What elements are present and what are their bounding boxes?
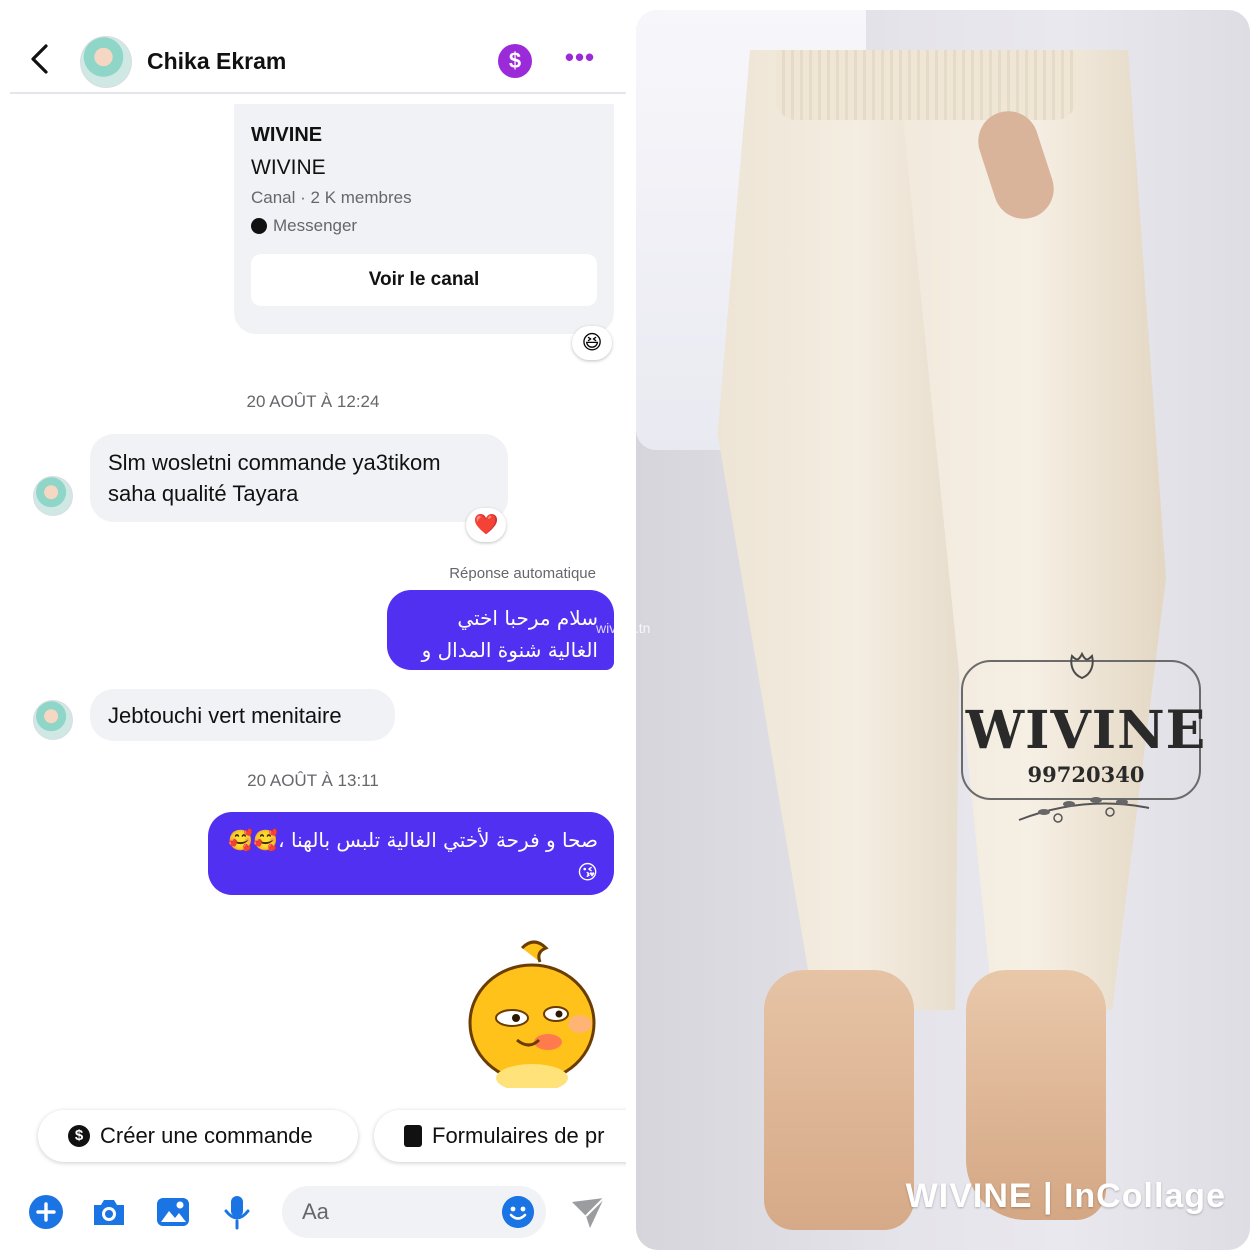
forms-chip[interactable]: Formulaires de pr xyxy=(374,1110,626,1162)
pants-waistband xyxy=(776,50,1076,120)
contact-avatar-small[interactable] xyxy=(33,700,73,740)
channel-title: WIVINE xyxy=(251,124,323,146)
message-input[interactable]: Aa xyxy=(282,1186,546,1238)
image-icon[interactable] xyxy=(155,1194,191,1230)
forms-label: Formulaires de pr xyxy=(432,1123,605,1148)
incoming-message[interactable]: Slm wosletni commande ya3tikom saha qual… xyxy=(90,434,508,522)
channel-source: Messenger xyxy=(251,216,357,236)
product-photo: WIVINE 99720340 WIVINE | InCollage xyxy=(636,10,1250,1250)
olive-branch-icon xyxy=(1018,797,1150,823)
form-icon xyxy=(404,1125,422,1147)
logo-brand-name: WIVINE xyxy=(965,700,1207,761)
back-arrow-icon[interactable] xyxy=(24,42,56,76)
outgoing-message[interactable]: سلام مرحبا اختي الغالية شنوة المدال و ال… xyxy=(387,590,614,694)
create-order-label: Créer une commande xyxy=(100,1123,313,1148)
send-icon[interactable] xyxy=(570,1194,606,1230)
incollage-watermark: WIVINE | InCollage xyxy=(905,1177,1226,1215)
dollar-icon: $ xyxy=(68,1125,90,1147)
payment-button[interactable]: $ xyxy=(498,44,532,78)
message-input-placeholder: Aa xyxy=(302,1199,329,1224)
contact-avatar[interactable] xyxy=(80,36,132,88)
channel-source-label: Messenger xyxy=(273,216,358,235)
contact-avatar-small[interactable] xyxy=(33,476,73,516)
view-channel-button[interactable]: Voir le canal xyxy=(251,254,597,306)
logo-phone-number: 99720340 xyxy=(1027,762,1145,787)
shoe-left xyxy=(764,970,914,1230)
more-options-icon[interactable]: ••• xyxy=(562,42,598,78)
timestamp: 20 AOÛT À 13:11 xyxy=(247,771,379,790)
messenger-icon xyxy=(251,218,267,234)
message-composer: Aa xyxy=(0,1180,626,1244)
brand-logo: WIVINE 99720340 xyxy=(956,650,1206,830)
contact-name[interactable]: Chika Ekram xyxy=(147,48,286,75)
auto-reply-label: Réponse automatique xyxy=(449,565,596,582)
tulip-icon xyxy=(1070,651,1094,680)
chat-header: Chika Ekram $ ••• xyxy=(10,28,626,94)
microphone-icon[interactable] xyxy=(219,1194,255,1230)
messenger-chat-panel: Chika Ekram $ ••• WIVINE WIVINE Canal · … xyxy=(0,0,626,1260)
duck-sticker[interactable] xyxy=(462,938,602,1088)
card-reaction[interactable]: 😆 xyxy=(572,326,612,360)
channel-meta: Canal · 2 K membres xyxy=(251,188,412,207)
timestamp: 20 AOÛT À 12:24 xyxy=(246,392,380,411)
outgoing-message[interactable]: صحا و فرحة لأختي الغالية تلبس بالهنا ،🥰🥰… xyxy=(208,812,614,895)
channel-card: WIVINE WIVINE Canal · 2 K membres Messen… xyxy=(234,104,614,334)
site-watermark: wivine.tn xyxy=(596,620,651,636)
incoming-message[interactable]: Jebtouchi vert menitaire xyxy=(90,689,395,741)
emoji-icon[interactable] xyxy=(502,1196,534,1228)
message-reaction[interactable]: ❤️ xyxy=(466,508,506,542)
plus-icon[interactable] xyxy=(28,1194,64,1230)
create-order-chip[interactable]: $ Créer une commande xyxy=(38,1110,358,1162)
channel-subtitle: WIVINE xyxy=(251,156,326,179)
camera-icon[interactable] xyxy=(91,1194,127,1230)
